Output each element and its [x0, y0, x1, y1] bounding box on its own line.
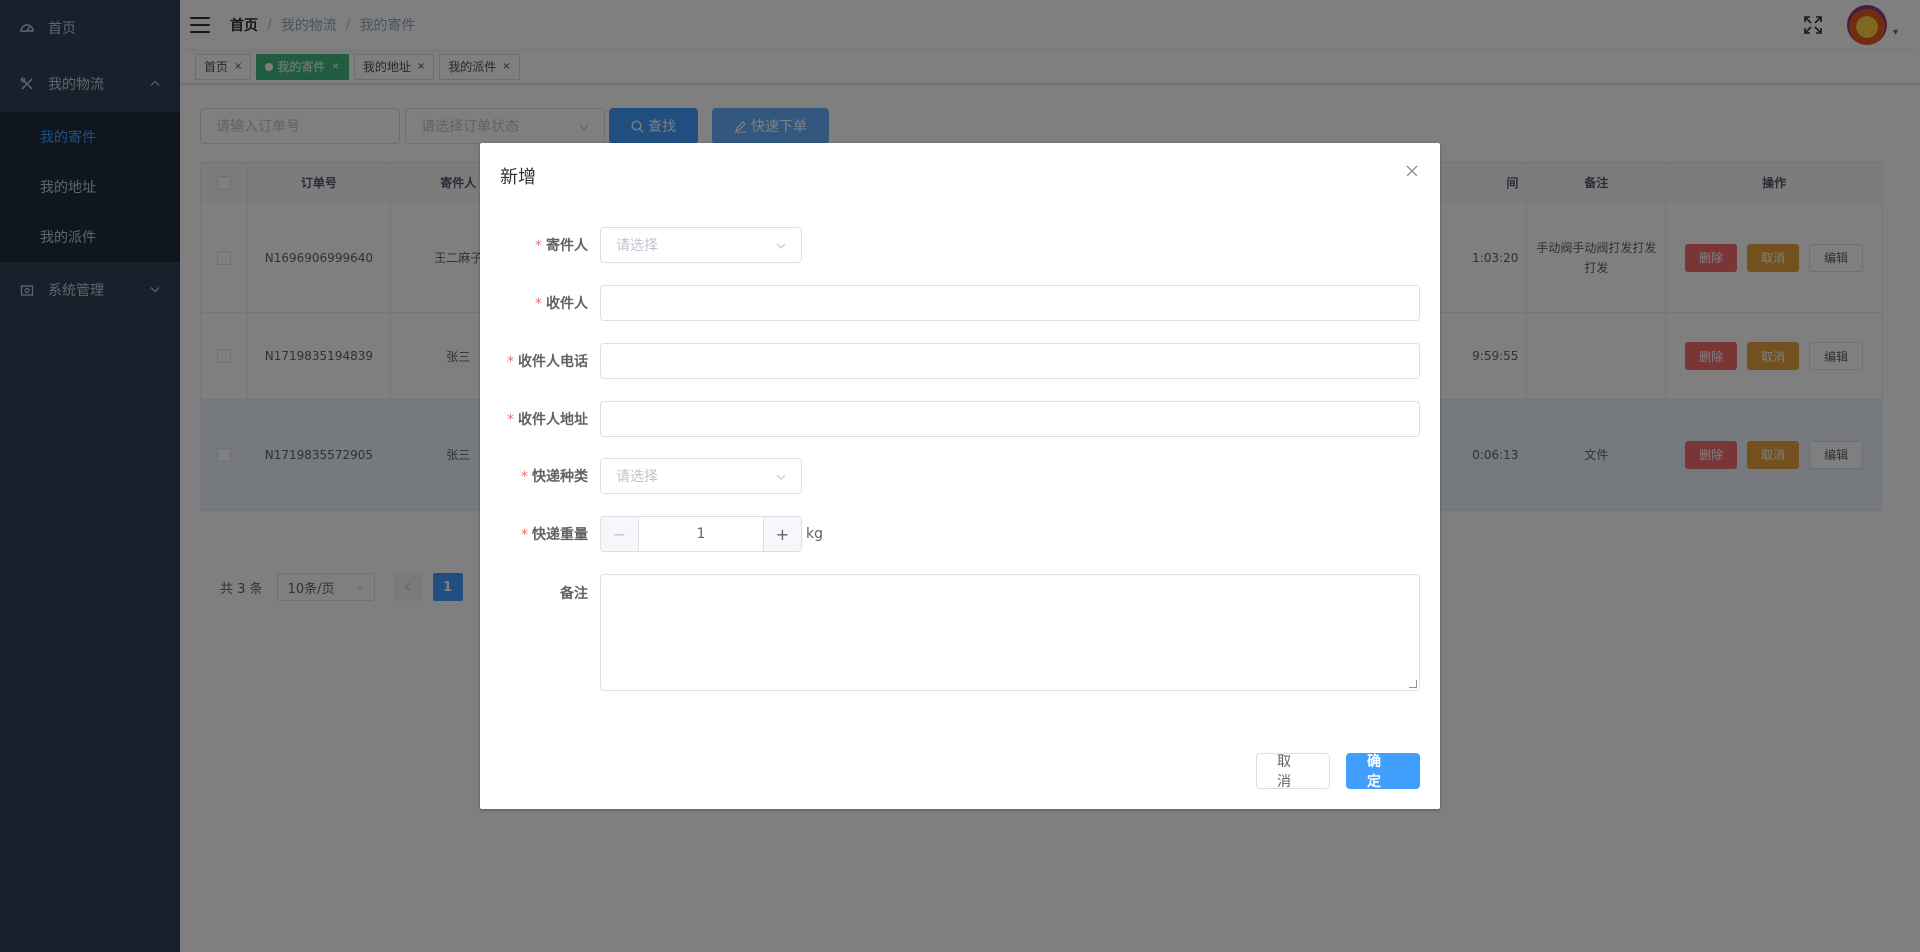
close-icon[interactable] — [1404, 163, 1420, 179]
form-label: 备注 — [560, 586, 588, 602]
plus-icon[interactable]: + — [763, 517, 801, 551]
form-label: * 快递种类 — [521, 469, 588, 485]
receiver-input[interactable] — [600, 285, 1420, 321]
cancel-button[interactable]: 取 消 — [1256, 753, 1330, 790]
weight-value[interactable]: 1 — [639, 526, 763, 542]
remark-textarea[interactable] — [600, 574, 1420, 691]
form-label: * 快递重量 — [521, 527, 588, 543]
chevron-down-icon — [776, 237, 786, 253]
receiver-address-input[interactable] — [600, 401, 1420, 437]
resize-handle-icon[interactable] — [1409, 680, 1417, 688]
form-label: * 收件人 — [535, 296, 588, 312]
receiver-phone-input[interactable] — [600, 343, 1420, 379]
sender-select[interactable]: 请选择 — [600, 227, 802, 263]
add-dialog: 新增 * 寄件人 请选择 * 收件人 * 收件人电话 * 收件人地址 * 快递种类 请选择… — [480, 143, 1440, 809]
form-label: * 收件人电话 — [507, 354, 588, 370]
dialog-footer: 取 消 确 定 — [1256, 753, 1420, 790]
form-row-sender: * 寄件人 请选择 — [480, 227, 802, 263]
form-row-receiver-phone: * 收件人电话 — [480, 343, 1420, 379]
form-row-weight: * 快递重量 − 1 + kg — [480, 516, 823, 552]
weight-stepper: − 1 + — [600, 516, 802, 552]
minus-icon[interactable]: − — [601, 517, 639, 551]
form-row-express-type: * 快递种类 请选择 — [480, 458, 802, 494]
chevron-down-icon — [776, 468, 786, 484]
dialog-title: 新增 — [500, 167, 536, 188]
form-label: * 寄件人 — [535, 238, 588, 254]
form-row-receiver-address: * 收件人地址 — [480, 401, 1420, 437]
form-row-remark: 备注 — [480, 574, 1420, 691]
weight-unit: kg — [806, 526, 823, 542]
sender-placeholder: 请选择 — [616, 238, 658, 254]
confirm-button[interactable]: 确 定 — [1346, 753, 1420, 790]
express-type-select[interactable]: 请选择 — [600, 458, 802, 494]
form-row-receiver: * 收件人 — [480, 285, 1420, 321]
form-label: * 收件人地址 — [507, 412, 588, 428]
express-type-placeholder: 请选择 — [616, 469, 658, 485]
